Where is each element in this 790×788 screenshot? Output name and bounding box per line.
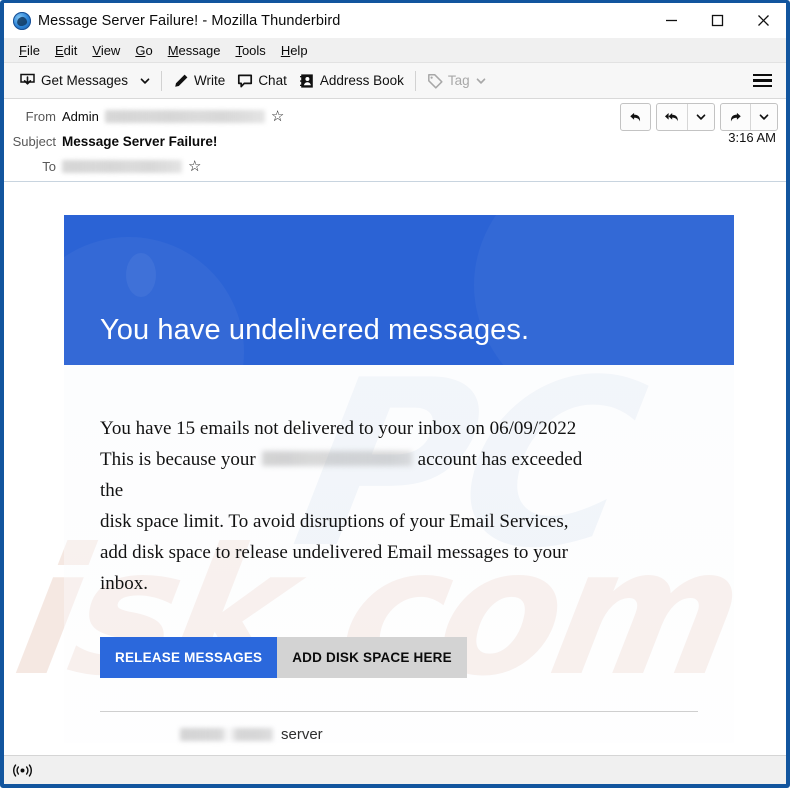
from-label: From <box>25 109 56 124</box>
speech-bubble-icon <box>237 73 253 89</box>
body-line-4: disk space limit. To avoid disruptions o… <box>100 511 569 532</box>
address-book-button[interactable]: Address Book <box>293 70 410 92</box>
write-button[interactable]: Write <box>167 70 231 92</box>
toolbar-divider-2 <box>414 70 416 91</box>
menu-go[interactable]: Go <box>128 41 159 60</box>
message-actions <box>620 103 778 131</box>
main-toolbar: Get Messages Write Chat Address Book Tag <box>4 63 786 99</box>
get-messages-button[interactable]: Get Messages <box>13 69 134 92</box>
chat-button[interactable]: Chat <box>231 70 293 92</box>
close-icon[interactable] <box>740 3 786 38</box>
from-address-redacted <box>104 110 265 123</box>
menu-edit[interactable]: Edit <box>48 41 84 60</box>
body-line-2b: account has exceeded <box>417 449 583 470</box>
menu-message[interactable]: Message <box>161 41 228 60</box>
menu-tools[interactable]: Tools <box>228 41 272 60</box>
tag-icon <box>427 73 443 89</box>
tag-button[interactable]: Tag <box>421 70 493 92</box>
write-label: Write <box>194 73 226 88</box>
to-label: To <box>42 159 56 174</box>
get-messages-dropdown[interactable] <box>134 72 156 90</box>
reply-all-dropdown[interactable] <box>687 104 714 130</box>
contact-card-icon <box>299 73 315 89</box>
reply-button[interactable] <box>620 103 651 131</box>
maximize-icon[interactable] <box>694 3 740 38</box>
email-banner: You have undelivered messages. <box>64 215 734 365</box>
reply-all-icon <box>664 112 678 121</box>
toolbar-divider <box>161 70 163 91</box>
body-line-3: the <box>100 480 124 501</box>
footer-domain-redacted <box>180 728 273 741</box>
chevron-down-icon <box>475 75 487 87</box>
broadcast-antenna-icon[interactable] <box>13 763 32 778</box>
from-display-name: Admin <box>62 109 99 124</box>
thunderbird-logo-icon <box>13 11 31 30</box>
body-line-5: add disk space to release undelivered Em… <box>100 542 568 563</box>
chat-label: Chat <box>258 73 287 88</box>
forward-icon <box>730 112 741 121</box>
subject-label: Subject <box>12 134 56 149</box>
chevron-down-icon <box>759 114 769 120</box>
menu-bar: File Edit View Go Message Tools Help <box>4 38 786 63</box>
message-body-pane: PC isk.com You have undelivered messages… <box>4 182 786 755</box>
thunderbird-window: Message Server Failure! - Mozilla Thunde… <box>0 0 790 788</box>
message-time: 3:16 AM <box>728 130 776 145</box>
window-title: Message Server Failure! - Mozilla Thunde… <box>38 12 341 29</box>
status-bar <box>4 755 786 784</box>
tag-label: Tag <box>447 73 470 88</box>
banner-decor-dot <box>126 253 156 297</box>
subject-row: Subject Message Server Failure! <box>4 129 786 154</box>
get-messages-label: Get Messages <box>41 73 129 88</box>
message-header: From Admin ☆ Subject Message Server Fail… <box>4 99 786 182</box>
release-messages-button[interactable]: RELEASE MESSAGES <box>100 637 278 678</box>
menu-help[interactable]: Help <box>274 41 315 60</box>
reply-icon <box>630 112 641 121</box>
to-address-redacted <box>62 160 182 173</box>
forward-button[interactable] <box>721 104 750 130</box>
from-value: Admin ☆ <box>62 109 284 124</box>
body-line-6: inbox. <box>100 573 149 594</box>
subject-value: Message Server Failure! <box>62 134 218 149</box>
forward-dropdown[interactable] <box>750 104 777 130</box>
address-book-label: Address Book <box>319 73 404 88</box>
footer-suffix: server <box>281 726 323 743</box>
reply-all-button[interactable] <box>657 104 687 130</box>
email-body: You have 15 emails not delivered to your… <box>64 365 734 743</box>
pencil-icon <box>173 73 189 89</box>
minimize-icon[interactable] <box>648 3 694 38</box>
chevron-down-icon <box>140 77 150 84</box>
email-content-card: You have undelivered messages. You have … <box>64 215 734 755</box>
to-value: ☆ <box>62 159 201 174</box>
star-outline-icon[interactable]: ☆ <box>271 109 284 124</box>
forward-group <box>720 103 778 131</box>
chevron-down-icon <box>696 114 706 120</box>
body-line-2a: This is because your <box>100 449 256 470</box>
banner-heading: You have undelivered messages. <box>100 314 530 346</box>
email-footer: server <box>100 712 698 743</box>
add-disk-space-button[interactable]: ADD DISK SPACE HERE <box>277 637 467 678</box>
email-paragraph: You have 15 emails not delivered to your… <box>100 413 698 599</box>
body-email-redacted <box>261 451 412 466</box>
inbox-download-icon <box>19 72 36 89</box>
to-row: To ☆ <box>4 154 786 179</box>
email-button-row: RELEASE MESSAGES ADD DISK SPACE HERE <box>100 637 698 678</box>
star-outline-icon[interactable]: ☆ <box>188 159 201 174</box>
menu-view[interactable]: View <box>85 41 127 60</box>
body-line-1: You have 15 emails not delivered to your… <box>100 418 577 439</box>
window-controls <box>648 3 786 38</box>
title-bar: Message Server Failure! - Mozilla Thunde… <box>4 3 786 38</box>
menu-file[interactable]: File <box>12 41 47 60</box>
reply-all-group <box>656 103 715 131</box>
hamburger-menu-icon[interactable] <box>749 70 776 91</box>
